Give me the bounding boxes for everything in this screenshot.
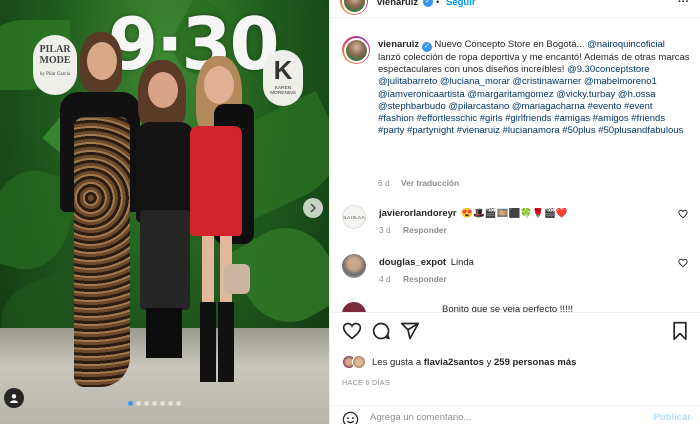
liker-username[interactable]: flavia2santos xyxy=(424,357,484,368)
comment-meta: 4 d Responder xyxy=(379,274,447,284)
header-username[interactable]: vienaruiz xyxy=(377,0,418,8)
chevron-right-icon xyxy=(310,203,317,213)
caption-lead: Nuevo Concepto Store en Bogotá... xyxy=(434,39,585,50)
carousel-dot xyxy=(160,401,165,406)
verified-icon: ✓ xyxy=(421,42,432,52)
likes-text: Les gusta a flavia2santos y 259 personas… xyxy=(372,356,577,368)
caption-text: vienaruiz ✓ Nuevo Concepto Store en Bogo… xyxy=(378,39,690,137)
post-actions: Les gusta a flavia2santos y 259 personas… xyxy=(330,312,700,424)
comment-username[interactable]: javierorlandoreyr xyxy=(379,208,457,219)
follow-button[interactable]: Seguir xyxy=(446,0,476,8)
reply-button[interactable]: Responder xyxy=(403,225,447,235)
carousel-dot xyxy=(144,401,149,406)
add-comment-input[interactable] xyxy=(370,412,630,423)
bookmark-icon[interactable] xyxy=(670,321,690,341)
caption-avatar[interactable] xyxy=(342,36,370,64)
share-icon[interactable] xyxy=(400,321,420,341)
caption-meta: 6 d Ver traducción xyxy=(378,178,459,188)
brand-logo-right: K KAREN MORENINS xyxy=(263,50,303,106)
post-time[interactable]: HACE 6 DÍAS xyxy=(342,378,390,387)
post-photo[interactable]: 9·30 PILAR MODE by Pilar Garcia K KAREN … xyxy=(0,0,329,424)
comment-text: javierorlandoreyr 😍🎩🎬🎞️⬛🍀🌹🎬❤️ xyxy=(379,208,669,219)
comment-meta: 3 d Responder xyxy=(379,225,447,235)
caption-age[interactable]: 6 d xyxy=(378,178,390,188)
comment-body: 😍🎩🎬🎞️⬛🍀🌹🎬❤️ xyxy=(461,208,568,219)
person-right xyxy=(184,56,264,386)
tag-user-icon xyxy=(10,394,18,403)
verified-icon: ✓ xyxy=(423,0,433,7)
see-translation-link[interactable]: Ver traducción xyxy=(401,178,459,188)
emoji-icon[interactable] xyxy=(342,411,359,424)
post-header: vienaruiz ✓ • Seguir ··· xyxy=(330,0,700,18)
more-options-button[interactable]: ··· xyxy=(678,0,689,8)
comment-age: 4 d xyxy=(379,274,391,284)
partial-comment: Bonito que se veia perfecto !!!!! xyxy=(342,301,692,312)
partial-comment-text: Bonito que se veia perfecto !!!!! xyxy=(442,304,573,312)
carousel-dot xyxy=(152,401,157,406)
carousel-dot xyxy=(168,401,173,406)
action-icons xyxy=(342,321,690,343)
carousel-dot xyxy=(128,401,133,406)
add-comment-row: Publicar xyxy=(330,405,700,424)
comment-avatar[interactable] xyxy=(342,254,366,278)
header-avatar[interactable] xyxy=(340,0,368,15)
post-side-panel: vienaruiz ✓ • Seguir ··· vienaruiz ✓ Nue… xyxy=(329,0,700,424)
tagged-users-button[interactable] xyxy=(4,388,24,408)
reply-button[interactable]: Responder xyxy=(403,274,447,284)
like-comment-heart-icon[interactable] xyxy=(678,209,688,219)
carousel-dot xyxy=(176,401,181,406)
caption-username[interactable]: vienaruiz xyxy=(378,39,419,50)
likes-summary: Les gusta a flavia2santos y 259 personas… xyxy=(342,355,576,369)
like-comment-heart-icon[interactable] xyxy=(678,258,688,268)
comment-text: douglas_expot Linda xyxy=(379,257,669,268)
instagram-post-dialog: 9·30 PILAR MODE by Pilar Garcia K KAREN … xyxy=(0,0,700,424)
next-photo-button[interactable] xyxy=(303,198,323,218)
carousel-dot xyxy=(136,401,141,406)
carousel-indicator xyxy=(128,401,181,406)
liker-avatars xyxy=(342,355,366,369)
comment-age: 3 d xyxy=(379,225,391,235)
caption-mention[interactable]: @nairoquincoficial xyxy=(587,39,665,50)
publish-button[interactable]: Publicar xyxy=(654,412,692,423)
comment-body: Linda xyxy=(450,257,474,268)
likes-count-link[interactable]: 259 personas más xyxy=(494,357,576,368)
heart-icon[interactable] xyxy=(342,321,362,341)
header-separator: • xyxy=(436,0,440,8)
person-left xyxy=(32,32,142,392)
comment-avatar[interactable]: ILA ISLA A xyxy=(342,205,366,229)
comment-icon[interactable] xyxy=(371,321,391,341)
comment-username[interactable]: douglas_expot xyxy=(379,257,446,268)
